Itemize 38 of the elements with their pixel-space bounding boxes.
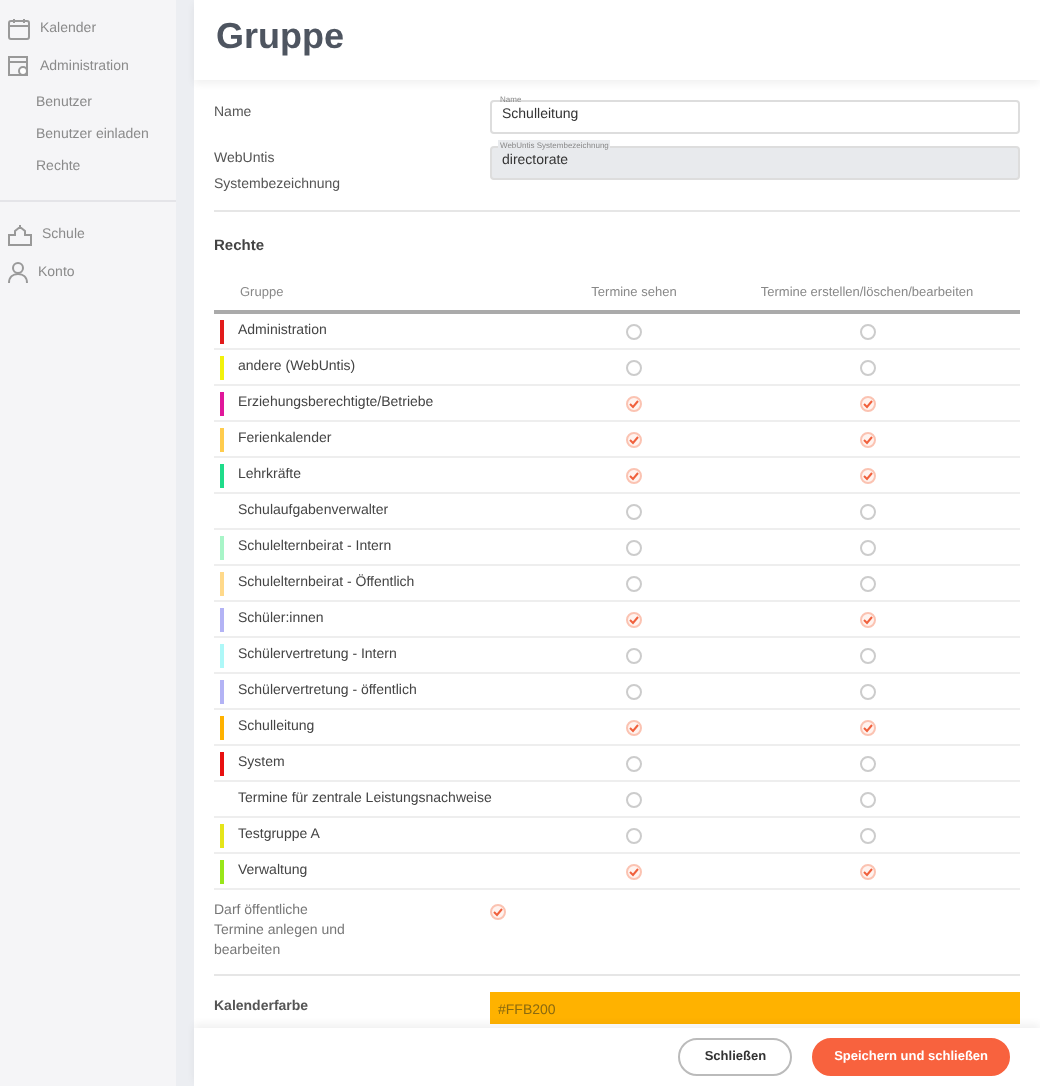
checked-checkbox[interactable] — [859, 611, 875, 627]
checked-checkbox[interactable] — [859, 863, 875, 879]
checkbox[interactable] — [626, 539, 642, 555]
checkbox[interactable] — [859, 647, 875, 663]
checkbox[interactable] — [626, 647, 642, 663]
calendar-icon — [8, 18, 30, 40]
checkbox[interactable] — [626, 575, 642, 591]
checked-checkbox[interactable] — [626, 395, 642, 411]
checkbox[interactable] — [859, 503, 875, 519]
person-icon — [8, 262, 28, 284]
checkbox[interactable] — [626, 791, 642, 807]
checked-checkbox[interactable] — [626, 719, 642, 735]
checkbox[interactable] — [859, 755, 875, 771]
checkbox[interactable] — [626, 827, 642, 843]
checkbox[interactable] — [859, 359, 875, 375]
checked-checkbox[interactable] — [626, 611, 642, 627]
checkbox[interactable] — [859, 323, 875, 339]
checked-checkbox[interactable] — [859, 719, 875, 735]
checked-checkbox[interactable] — [626, 431, 642, 447]
checkbox[interactable] — [626, 683, 642, 699]
checkbox[interactable] — [626, 755, 642, 771]
checkbox[interactable] — [859, 683, 875, 699]
checkbox[interactable] — [859, 539, 875, 555]
checkbox[interactable] — [626, 359, 642, 375]
window-gear-icon — [8, 56, 30, 78]
checkbox[interactable] — [859, 575, 875, 591]
checkbox[interactable] — [626, 323, 642, 339]
checked-checkbox[interactable] — [626, 863, 642, 879]
checked-checkbox[interactable] — [859, 467, 875, 483]
checkbox[interactable] — [859, 827, 875, 843]
checked-checkbox[interactable] — [859, 395, 875, 411]
page-title: Gruppe — [194, 0, 1040, 80]
checked-checkbox[interactable] — [859, 431, 875, 447]
checkbox[interactable] — [626, 503, 642, 519]
checked-checkbox[interactable] — [490, 904, 506, 920]
building-icon — [8, 224, 32, 246]
checkbox[interactable] — [859, 791, 875, 807]
checked-checkbox[interactable] — [626, 467, 642, 483]
